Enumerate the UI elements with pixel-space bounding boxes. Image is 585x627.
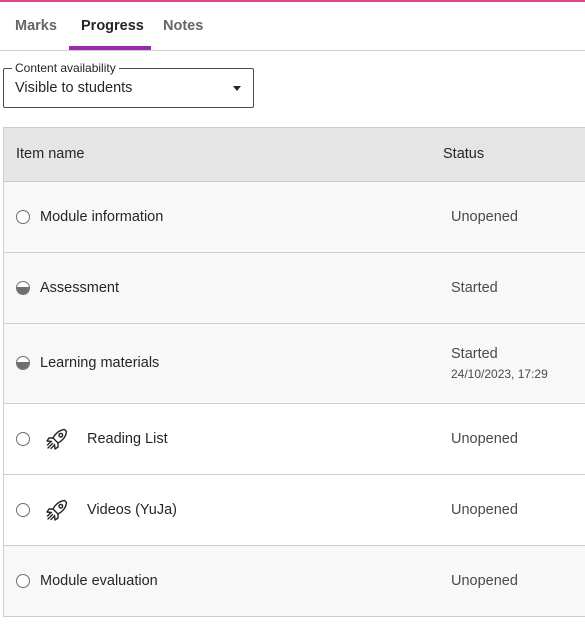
content-availability-label: Content availability [12, 61, 119, 75]
item-status: Started [451, 346, 498, 362]
item-status: Unopened [451, 573, 518, 589]
column-header-status: Status [443, 146, 485, 162]
tab-marks[interactable]: Marks [15, 18, 57, 34]
item-status: Unopened [451, 209, 518, 225]
table-row[interactable]: Learning materials Started 24/10/2023, 1… [4, 324, 585, 404]
item-name[interactable]: Module information [40, 209, 163, 225]
item-name[interactable]: Module evaluation [40, 573, 158, 589]
tab-progress[interactable]: Progress [81, 18, 144, 34]
content-availability-select[interactable]: Content availability Visible to students [3, 61, 254, 108]
item-status: Unopened [451, 502, 518, 518]
content-availability-value: Visible to students [15, 80, 133, 96]
chevron-down-icon [233, 86, 241, 91]
item-name[interactable]: Assessment [40, 280, 119, 296]
table-row[interactable]: Reading List Unopened [4, 404, 585, 475]
unopened-circle-icon [16, 210, 30, 224]
item-status-date: 24/10/2023, 17:29 [451, 367, 548, 381]
active-tab-indicator [69, 46, 151, 50]
table-header: Item name Status [4, 127, 585, 182]
table-row[interactable]: Module evaluation Unopened [4, 546, 585, 617]
column-header-item-name: Item name [16, 146, 85, 162]
item-status: Started [451, 280, 498, 296]
unopened-circle-icon [16, 503, 30, 517]
item-name[interactable]: Reading List [87, 431, 168, 447]
rocket-icon [46, 499, 68, 521]
tab-bar: Marks Progress Notes [0, 2, 585, 51]
table-row[interactable]: Videos (YuJa) Unopened [4, 475, 585, 546]
progress-table: Item name Status Module information Unop… [3, 127, 585, 617]
item-name[interactable]: Videos (YuJa) [87, 502, 177, 518]
table-row[interactable]: Module information Unopened [4, 182, 585, 253]
unopened-circle-icon [16, 432, 30, 446]
started-half-circle-icon [16, 356, 30, 370]
item-name[interactable]: Learning materials [40, 355, 159, 371]
item-status: Unopened [451, 431, 518, 447]
started-half-circle-icon [16, 281, 30, 295]
table-row[interactable]: Assessment Started [4, 253, 585, 324]
rocket-icon [46, 428, 68, 450]
unopened-circle-icon [16, 574, 30, 588]
tab-notes[interactable]: Notes [163, 18, 203, 34]
